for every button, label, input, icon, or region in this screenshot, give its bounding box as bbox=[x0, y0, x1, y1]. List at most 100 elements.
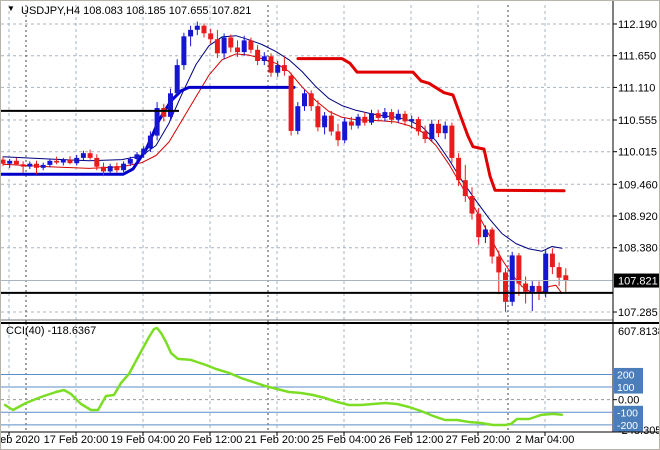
cci-level-badge-label: -100 bbox=[617, 407, 638, 419]
candle-body-bull bbox=[107, 166, 113, 172]
time-axis-label: 17 Feb 20:00 bbox=[44, 434, 109, 446]
price-axis-label: 111.650 bbox=[618, 51, 656, 63]
candle-body-bear bbox=[436, 123, 441, 134]
candle-body-bull bbox=[40, 164, 46, 168]
candle-body-bear bbox=[469, 196, 475, 214]
candle-body-bull bbox=[127, 159, 133, 164]
cci-scale-zero: 0.00 bbox=[618, 395, 639, 407]
price-axis-label: 109.460 bbox=[618, 179, 658, 191]
chart-window: 112.190 111.650 111.110 110.555 110.015 109.4… bbox=[0, 0, 660, 450]
price-axis-label: 108.380 bbox=[618, 243, 658, 255]
candle-body-bear bbox=[556, 267, 562, 278]
chart-background bbox=[1, 1, 659, 449]
price-axis-label: 110.555 bbox=[618, 115, 657, 127]
candle-body-bear bbox=[161, 108, 167, 117]
candle-body-bear bbox=[348, 121, 354, 126]
candle-body-bear bbox=[201, 25, 207, 34]
time-axis-label: 25 Feb 04:00 bbox=[312, 434, 377, 446]
candle-body-bull bbox=[429, 123, 435, 140]
cci-level-badge-label: 200 bbox=[617, 369, 635, 381]
candle-body-bull bbox=[322, 115, 328, 128]
price-axis-label: 107.285 bbox=[618, 307, 658, 319]
candle-body-bear bbox=[268, 56, 274, 73]
candle-body-bull bbox=[543, 253, 549, 293]
candle-body-bear bbox=[476, 213, 482, 238]
time-axis-label: 26 Feb 12:00 bbox=[379, 434, 444, 446]
candle-body-bull bbox=[261, 56, 267, 61]
candle-body-bear bbox=[248, 40, 254, 50]
candle-body-bear bbox=[516, 255, 522, 284]
candle-body-bull bbox=[482, 229, 488, 238]
chart-dropdown-icon[interactable]: ▼ bbox=[7, 4, 15, 13]
candle-body-bear bbox=[523, 283, 529, 292]
candle-body-bear bbox=[536, 285, 542, 293]
price-axis-label: 108.920 bbox=[618, 211, 658, 223]
cci-level-badge-label: -200 bbox=[617, 420, 638, 432]
cci-level-badge-label: 100 bbox=[617, 382, 635, 394]
candle-body-bear bbox=[375, 113, 381, 118]
candle-body-bull bbox=[121, 163, 127, 171]
price-axis-label: 111.110 bbox=[618, 82, 655, 94]
candle-body-bear bbox=[328, 115, 334, 132]
candle-body-bear bbox=[34, 163, 39, 168]
price-chart-canvas[interactable]: 112.190 111.650 111.110 110.555 110.015 109.4… bbox=[1, 1, 660, 450]
candle-body-bear bbox=[563, 275, 569, 281]
candle-body-bear bbox=[281, 65, 287, 71]
candle-body-bull bbox=[194, 25, 200, 30]
candle-body-bear bbox=[402, 113, 408, 122]
candle-body-bear bbox=[456, 157, 462, 181]
candle-body-bear bbox=[54, 160, 60, 163]
current-price-label: 107.821 bbox=[618, 276, 658, 288]
candle-body-bull bbox=[168, 93, 173, 117]
candle-body-bull bbox=[369, 113, 374, 123]
candle-body-bear bbox=[335, 131, 341, 141]
candle-body-bear bbox=[389, 112, 395, 120]
candle-body-bull bbox=[529, 285, 535, 292]
candle-body-bear bbox=[489, 229, 495, 257]
time-axis-label: 2 Mar 04:00 bbox=[516, 434, 575, 446]
time-axis-label: 14 Feb 2020 bbox=[1, 434, 40, 446]
candle-body-bear bbox=[94, 157, 100, 167]
candle-body-bear bbox=[288, 75, 294, 131]
candle-body-bull bbox=[7, 160, 13, 164]
candle-body-bear bbox=[87, 153, 93, 158]
candle-body-bear bbox=[13, 160, 19, 165]
time-axis-label: 27 Feb 20:00 bbox=[446, 434, 511, 446]
candle-body-bull bbox=[74, 157, 80, 164]
cci-scale-max: 607.8138 bbox=[618, 326, 660, 338]
candle-body-bull bbox=[382, 112, 388, 118]
candle-body-bull bbox=[60, 159, 66, 163]
candle-body-bull bbox=[295, 106, 301, 131]
price-axis-label: 112.190 bbox=[618, 19, 657, 31]
candle-body-bear bbox=[496, 256, 502, 273]
candle-body-bear bbox=[114, 166, 120, 171]
cci-indicator-label: CCI(40) -118.6367 bbox=[6, 325, 97, 337]
candle-body-bull bbox=[47, 160, 53, 165]
candle-body-bull bbox=[154, 108, 160, 136]
candle-body-bull bbox=[27, 163, 33, 167]
candle-body-bear bbox=[228, 37, 234, 48]
candle-body-bull bbox=[188, 29, 194, 37]
time-axis-label: 20 Feb 12:00 bbox=[178, 434, 243, 446]
candle-body-bear bbox=[549, 253, 555, 268]
candle-body-bull bbox=[509, 255, 515, 302]
candle-body-bull bbox=[302, 93, 307, 107]
price-axis-label: 110.015 bbox=[618, 147, 657, 159]
candle-body-bull bbox=[241, 40, 247, 53]
candle-body-bear bbox=[422, 131, 428, 139]
candle-body-bear bbox=[214, 39, 220, 54]
candle-body-bear bbox=[415, 119, 421, 132]
candle-body-bull bbox=[355, 116, 361, 126]
candle-body-bear bbox=[235, 47, 240, 53]
candle-body-bull bbox=[442, 125, 448, 134]
candle-body-bear bbox=[208, 33, 214, 40]
time-axis-label: 21 Feb 20:00 bbox=[245, 434, 310, 446]
candle-body-bear bbox=[1, 159, 6, 164]
candle-body-bull bbox=[342, 121, 348, 141]
candle-body-bear bbox=[308, 93, 314, 107]
candle-body-bear bbox=[101, 166, 106, 172]
candle-body-bull bbox=[174, 65, 180, 94]
candle-body-bear bbox=[503, 272, 508, 302]
candle-body-bear bbox=[67, 159, 73, 164]
time-axis-label: 19 Feb 04:00 bbox=[111, 434, 176, 446]
